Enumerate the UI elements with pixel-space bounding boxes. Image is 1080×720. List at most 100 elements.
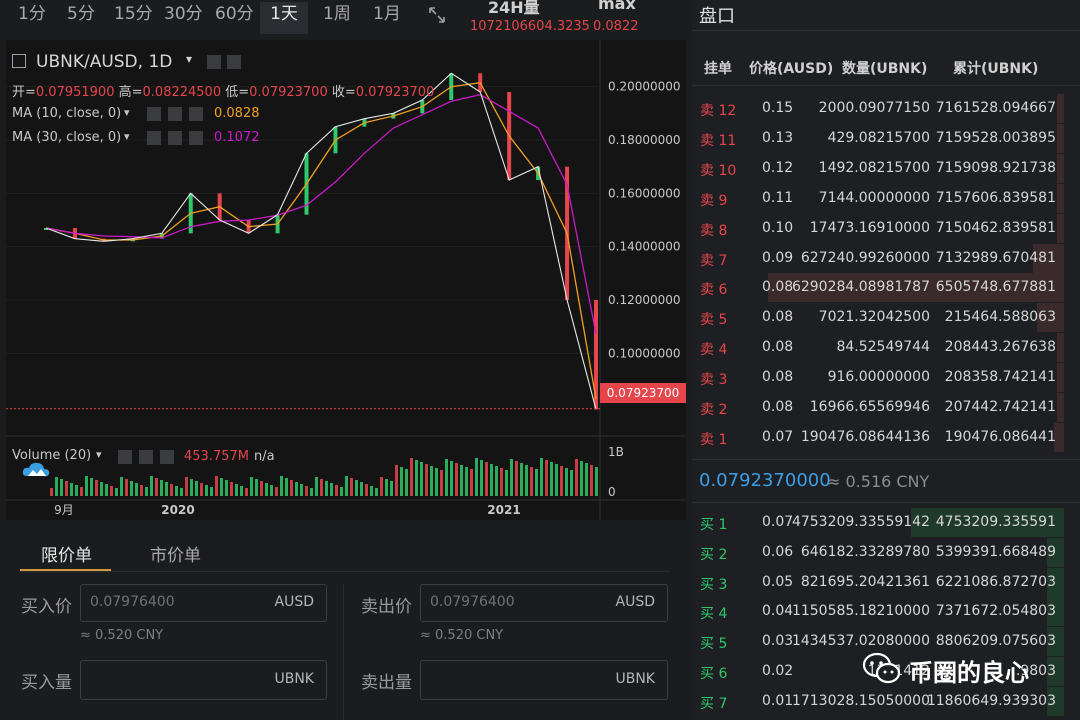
volume-bar [430, 466, 433, 496]
row-qty: 429.08215700 [827, 129, 930, 146]
ma10-eye-icon[interactable] [147, 107, 161, 121]
ask-row[interactable]: 卖 8 0.10 17473.16910000 7150462.839581 [692, 213, 1072, 243]
row-price: 0.07 [762, 428, 794, 445]
volume-close-icon[interactable] [160, 450, 174, 464]
volume-bar [575, 459, 578, 496]
y-tick-label: 0.18000000 [608, 133, 681, 147]
collapse-icon[interactable] [12, 54, 26, 68]
volume-bar [330, 483, 333, 496]
volume-bar [405, 469, 408, 496]
bid-row[interactable]: 买 7 0.01 1713028.15050000 11860649.939303 [692, 686, 1072, 716]
volume-bar [155, 478, 158, 496]
volume-bar [230, 482, 233, 496]
volume-bar [365, 484, 368, 496]
ma30-eye-icon[interactable] [147, 131, 161, 145]
row-price: 0.08 [762, 309, 794, 326]
timeframe-1month[interactable]: 1月 [373, 2, 401, 34]
row-qty: 7021.32042500 [818, 309, 930, 326]
row-total: 7150462.839581 [935, 219, 1056, 236]
row-qty: 1434537.02080000 [791, 633, 930, 650]
timeframe-1min[interactable]: 1分 [18, 2, 46, 34]
volume-bar [310, 488, 313, 496]
row-label: 卖 4 [700, 342, 728, 359]
ma10-legend-label[interactable]: MA (10, close, 0) [12, 106, 121, 121]
volume-bar [425, 464, 428, 496]
volume-24h-value: 1072106604.3235 [470, 19, 590, 34]
timeframe-1day[interactable]: 1天 [260, 2, 308, 34]
bid-row[interactable]: 买 1 0.07 4753209.33559142 4753209.335591 [692, 508, 1072, 537]
ask-row[interactable]: 卖 10 0.12 1492.08215700 7159098.921738 [692, 153, 1072, 183]
row-total: 7161528.094667 [935, 100, 1056, 116]
high-value: 0.08224500 [142, 85, 222, 100]
volume-eye-icon[interactable] [118, 450, 132, 464]
timeframe-5min[interactable]: 5分 [67, 2, 95, 34]
volume-bar [400, 467, 403, 496]
eye-icon[interactable] [207, 55, 221, 69]
ask-row[interactable]: 卖 1 0.07 190476.08644136 190476.086441 [692, 422, 1072, 452]
sell-qty-input[interactable]: UBNK [420, 660, 668, 700]
ask-row[interactable]: 卖 2 0.08 16966.65569946 207442.742141 [692, 393, 1072, 422]
volume-bar [530, 467, 533, 496]
low-label: 低= [225, 85, 250, 100]
ask-row[interactable]: 卖 11 0.13 429.08215700 7159528.003895 [692, 123, 1072, 153]
last-price-tag: 0.07923700 [600, 383, 686, 403]
row-label: 买 1 [700, 517, 728, 533]
volume-bar [465, 467, 468, 496]
tab-market-order[interactable]: 市价单 [150, 541, 201, 566]
volume-bar [560, 466, 563, 496]
ask-row[interactable]: 卖 4 0.08 84.52549744 208443.267638 [692, 333, 1072, 363]
ask-row[interactable]: 卖 12 0.15 2000.09077150 7161528.094667 [692, 94, 1072, 123]
ma30-legend-label[interactable]: MA (30, close, 0) [12, 130, 121, 145]
ma30-gear-icon[interactable] [168, 131, 182, 145]
volume-bar [385, 479, 388, 496]
volume-value: 453.757M [184, 449, 249, 464]
ask-row[interactable]: 卖 7 0.09 627240.99260000 7132989.670481 [692, 243, 1072, 273]
volume-dropdown-icon[interactable]: ▾ [96, 448, 102, 461]
close-value: 0.07923700 [355, 85, 435, 100]
volume-bar [545, 460, 548, 496]
row-price: 0.13 [762, 129, 794, 146]
ma10-gear-icon[interactable] [168, 107, 182, 121]
bid-row[interactable]: 买 3 0.05 821695.20421361 6221086.872703 [692, 567, 1072, 597]
ma10-close-icon[interactable] [189, 107, 203, 121]
row-label: 买 4 [700, 606, 728, 623]
symbol-dropdown-icon[interactable]: ▾ [186, 52, 192, 66]
ma10-dropdown-icon[interactable]: ▾ [124, 106, 130, 119]
volume-bar [175, 486, 178, 496]
volume-bar [275, 487, 278, 496]
buy-price-input[interactable]: 0.07976400 AUSD [80, 584, 327, 622]
ma30-close-icon[interactable] [189, 131, 203, 145]
ask-row[interactable]: 卖 6 0.08 6290284.08981787 6505748.677881 [692, 273, 1072, 303]
row-label: 卖 11 [700, 132, 737, 149]
timeframe-1week[interactable]: 1周 [323, 2, 351, 34]
volume-bar [140, 485, 143, 496]
row-label: 卖 2 [700, 402, 728, 418]
ask-row[interactable]: 卖 3 0.08 916.00000000 208358.742141 [692, 363, 1072, 393]
timeframe-15min[interactable]: 15分 [114, 2, 153, 34]
bid-row[interactable]: 买 2 0.06 646182.33289780 5399391.668489 [692, 537, 1072, 567]
sell-price-input[interactable]: 0.07976400 AUSD [420, 584, 668, 622]
fullscreen-icon[interactable] [428, 6, 446, 24]
watermark-text: 币圈的良心 [909, 659, 1029, 687]
depth-bar [1057, 213, 1064, 243]
buy-price-cny: ≈ 0.520 CNY [80, 628, 164, 643]
volume-bar [150, 476, 153, 496]
symbol-title[interactable]: UBNK/AUSD, 1D [36, 52, 172, 72]
volume-bar [270, 485, 273, 496]
ask-row[interactable]: 卖 9 0.11 7144.00000000 7157606.839581 [692, 183, 1072, 213]
tab-limit-order[interactable]: 限价单 [41, 541, 92, 566]
volume-bar [130, 481, 133, 496]
volume-bar [290, 480, 293, 496]
timeframe-60min[interactable]: 60分 [215, 2, 254, 34]
ma30-dropdown-icon[interactable]: ▾ [124, 130, 130, 143]
timeframe-30min[interactable]: 30分 [164, 2, 203, 34]
volume-gear-icon[interactable] [139, 450, 153, 464]
ask-row[interactable]: 卖 5 0.08 7021.32042500 215464.588063 [692, 303, 1072, 333]
gear-icon[interactable] [227, 55, 241, 69]
buy-qty-input[interactable]: UBNK [80, 660, 327, 700]
volume-bar [60, 479, 63, 496]
bid-row[interactable]: 买 4 0.04 1150585.18210000 7371672.054803 [692, 597, 1072, 627]
volume-bar [205, 485, 208, 496]
price-chart-panel[interactable]: 0.20000000 0.18000000 0.16000000 0.14000000… [6, 40, 686, 520]
sell-qty-label: 卖出量 [361, 673, 412, 693]
